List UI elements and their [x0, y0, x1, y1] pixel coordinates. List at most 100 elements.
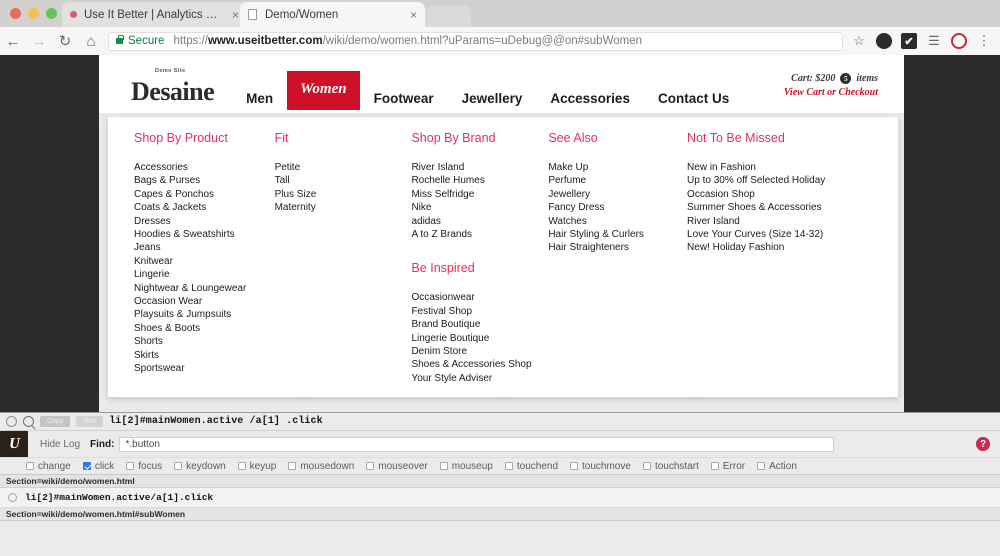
menu-link[interactable]: Shoes & Accessories Shop — [411, 358, 548, 371]
filter-keyup[interactable]: keyup — [237, 461, 276, 472]
address-bar[interactable]: Secure https:// www.useitbetter.com /wik… — [108, 31, 843, 51]
menu-link[interactable]: Festival Shop — [411, 305, 548, 318]
filter-mouseup[interactable]: mouseup — [439, 461, 493, 472]
filter-touchend[interactable]: touchend — [504, 461, 558, 472]
tab-close-icon[interactable]: × — [232, 8, 239, 22]
site-logo[interactable]: Demo Site Desaine — [131, 68, 215, 107]
hide-log-button[interactable]: Hide Log — [28, 439, 90, 450]
menu-link[interactable]: Nightwear & Loungewear — [134, 282, 275, 295]
menu-link[interactable]: Coats & Jackets — [134, 201, 275, 214]
menu-link[interactable]: Occasionwear — [411, 291, 548, 304]
tab-demo-women[interactable]: Demo/Women × — [240, 2, 425, 27]
filter-mouseover[interactable]: mouseover — [366, 461, 428, 472]
checkbox[interactable] — [237, 462, 246, 470]
menu-link[interactable]: Lingerie Boutique — [411, 332, 548, 345]
menu-link[interactable]: Hair Styling & Curlers — [548, 228, 687, 241]
useitbetter-extension-icon[interactable]: ✔ — [901, 33, 917, 49]
copy-button[interactable]: Copy — [40, 416, 71, 427]
menu-link[interactable]: Capes & Ponchos — [134, 188, 275, 201]
menu-link[interactable]: Occasion Wear — [134, 295, 275, 308]
tab-close-icon[interactable]: × — [410, 8, 417, 22]
filter-touchmove[interactable]: touchmove — [570, 461, 631, 472]
checkbox[interactable] — [757, 462, 766, 470]
menu-link[interactable]: Brand Boutique — [411, 318, 548, 331]
menu-link[interactable]: Hair Straighteners — [548, 241, 687, 254]
stack-extension-icon[interactable]: ☰ — [926, 33, 942, 49]
checkbox[interactable] — [642, 462, 651, 470]
menu-link[interactable]: Denim Store — [411, 345, 548, 358]
nav-item-accessories[interactable]: Accessories — [536, 87, 644, 110]
menu-link[interactable]: Watches — [548, 215, 687, 228]
menu-link[interactable]: Accessories — [134, 161, 275, 174]
opera-extension-icon[interactable] — [951, 33, 967, 49]
checkbox[interactable] — [174, 462, 183, 470]
checkbox[interactable] — [126, 462, 135, 470]
filter-mousedown[interactable]: mousedown — [288, 461, 354, 472]
filter-touchstart[interactable]: touchstart — [642, 461, 699, 472]
log-section-header[interactable]: Section=wiki/demo/women.html#subWomen — [0, 508, 1000, 521]
filter-action[interactable]: Action — [757, 461, 797, 472]
menu-link[interactable]: Bags & Purses — [134, 174, 275, 187]
filter-click[interactable]: click — [82, 461, 114, 472]
menu-link[interactable]: Up to 30% off Selected Holiday — [687, 174, 872, 187]
extension-circle-icon[interactable] — [876, 33, 892, 49]
menu-link[interactable]: Lingerie — [134, 268, 275, 281]
maximize-window-button[interactable] — [46, 8, 57, 19]
new-tab-button[interactable] — [425, 6, 471, 27]
menu-link[interactable]: Perfume — [548, 174, 687, 187]
window-controls[interactable] — [10, 8, 57, 19]
record-circle-icon[interactable] — [6, 416, 17, 427]
close-window-button[interactable] — [10, 8, 21, 19]
checkbox[interactable] — [504, 462, 513, 470]
menu-link[interactable]: Make Up — [548, 161, 687, 174]
bookmark-star-icon[interactable]: ☆ — [851, 33, 867, 49]
menu-link[interactable]: Tall — [275, 174, 412, 187]
help-icon[interactable]: ? — [976, 437, 990, 451]
filter-focus[interactable]: focus — [126, 461, 162, 472]
checkbox[interactable] — [366, 462, 375, 470]
nav-item-men[interactable]: Men — [232, 87, 287, 110]
nav-item-women[interactable]: Women — [287, 71, 360, 110]
tab-analytics-panel[interactable]: Use It Better | Analytics Panel × — [62, 2, 247, 27]
checkbox[interactable] — [570, 462, 579, 470]
menu-link[interactable]: Rochelle Humes — [411, 174, 548, 187]
filter-error[interactable]: Error — [710, 461, 745, 472]
filter-change[interactable]: change — [26, 461, 71, 472]
log-event-row[interactable]: li[2]#mainWomen.active/a[1].click — [0, 488, 1000, 508]
menu-link[interactable]: Summer Shoes & Accessories — [687, 201, 872, 214]
menu-link[interactable]: Maternity — [275, 201, 412, 214]
menu-link[interactable]: Sportswear — [134, 362, 275, 375]
log-section-header[interactable]: Section=wiki/demo/women.html — [0, 475, 1000, 488]
menu-link[interactable]: New in Fashion — [687, 161, 872, 174]
menu-link[interactable]: Fancy Dress — [548, 201, 687, 214]
minimize-window-button[interactable] — [28, 8, 39, 19]
menu-link[interactable]: Shorts — [134, 335, 275, 348]
menu-link[interactable]: Hoodies & Sweatshirts — [134, 228, 275, 241]
find-input[interactable]: *.button — [119, 436, 835, 452]
menu-link[interactable]: River Island — [687, 215, 872, 228]
menu-link[interactable]: Playsuits & Jumpsuits — [134, 308, 275, 321]
nav-item-contact-us[interactable]: Contact Us — [644, 87, 743, 110]
menu-link[interactable]: Petite — [275, 161, 412, 174]
view-cart-checkout-link[interactable]: View Cart or Checkout — [784, 87, 878, 98]
menu-link[interactable]: Love Your Curves (Size 14-32) — [687, 228, 872, 241]
menu-link[interactable]: Miss Selfridge — [411, 188, 548, 201]
browser-menu-icon[interactable]: ⋮ — [976, 33, 992, 49]
menu-link[interactable]: adidas — [411, 215, 548, 228]
menu-link[interactable]: Occasion Shop — [687, 188, 872, 201]
menu-link[interactable]: A to Z Brands — [411, 228, 548, 241]
menu-link[interactable]: Jewellery — [548, 188, 687, 201]
menu-link[interactable]: New! Holiday Fashion — [687, 241, 872, 254]
menu-link[interactable]: Plus Size — [275, 188, 412, 201]
home-icon[interactable]: ⌂ — [78, 33, 104, 50]
reload-icon[interactable]: ↻ — [52, 32, 78, 50]
menu-link[interactable]: Shoes & Boots — [134, 322, 275, 335]
checkbox[interactable] — [439, 462, 448, 470]
nav-item-jewellery[interactable]: Jewellery — [448, 87, 537, 110]
search-icon[interactable] — [23, 416, 34, 427]
checkbox[interactable] — [26, 462, 34, 470]
menu-link[interactable]: River Island — [411, 161, 548, 174]
checkbox[interactable] — [288, 462, 297, 470]
menu-link[interactable]: Knitwear — [134, 255, 275, 268]
nav-item-footwear[interactable]: Footwear — [360, 87, 448, 110]
